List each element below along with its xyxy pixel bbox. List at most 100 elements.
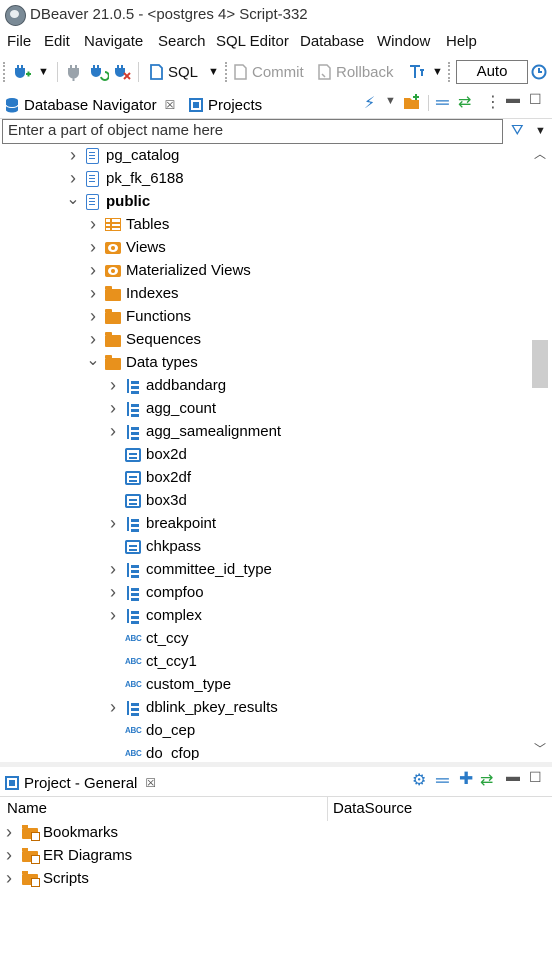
tree-item[interactable]: ABC ct_ccy — [125, 627, 189, 650]
column-separator[interactable] — [327, 797, 328, 821]
chevron-down-icon[interactable]: ⌄ — [86, 348, 99, 371]
tree-item[interactable]: › pk_fk_6188 — [70, 167, 184, 190]
new-connection-icon[interactable]: ⚡ — [364, 93, 375, 113]
settings-gear-icon[interactable]: ⚙ — [412, 770, 426, 790]
maximize-view-icon[interactable]: ☐ — [529, 769, 542, 786]
minimize-view-icon[interactable]: ▬ — [506, 768, 520, 784]
tree-item[interactable]: › Indexes — [90, 282, 179, 305]
collapse-all-icon[interactable]: ═ — [436, 92, 449, 113]
toolbar-grip[interactable] — [448, 62, 453, 82]
tree-item[interactable]: › Sequences — [90, 328, 201, 351]
maximize-view-icon[interactable]: ☐ — [529, 91, 542, 108]
chevron-right-icon[interactable]: › — [87, 259, 99, 282]
transaction-log-button[interactable] — [530, 60, 548, 84]
menu-edit[interactable]: Edit — [44, 33, 70, 50]
tree-item[interactable]: › dblink_pkey_results — [110, 696, 278, 719]
menu-window[interactable]: Window — [377, 33, 430, 50]
project-item[interactable]: › Bookmarks — [6, 821, 118, 844]
expand-icon[interactable]: ✚ — [459, 769, 473, 789]
tree-item[interactable]: ABC ct_ccy1 — [125, 650, 197, 673]
chevron-right-icon[interactable]: › — [107, 604, 119, 627]
tree-item[interactable]: ⌄ Data types — [86, 351, 197, 374]
tree-item[interactable]: › Functions — [90, 305, 191, 328]
sql-editor-button[interactable]: SQL — [148, 60, 198, 84]
chevron-right-icon[interactable]: › — [6, 822, 22, 843]
scroll-down-icon[interactable]: ﹀ — [529, 740, 551, 758]
transaction-mode-button[interactable] — [408, 60, 426, 84]
menu-sql-editor[interactable]: SQL Editor — [216, 33, 289, 50]
new-connection-button[interactable] — [12, 60, 32, 84]
tree-item[interactable]: ABC custom_type — [125, 673, 231, 696]
menu-navigate[interactable]: Navigate — [84, 33, 143, 50]
menu-database[interactable]: Database — [300, 33, 364, 50]
tree-item[interactable]: › committee_id_type — [110, 558, 272, 581]
tree-item[interactable]: › agg_count — [110, 397, 216, 420]
view-menu-icon[interactable]: ⋮ — [485, 92, 501, 112]
sql-editor-dropdown[interactable]: ▼ — [208, 60, 219, 84]
chevron-right-icon[interactable]: › — [87, 282, 99, 305]
chevron-down-icon[interactable]: ▼ — [535, 125, 546, 137]
chevron-right-icon[interactable]: › — [107, 374, 119, 397]
tree-item[interactable]: › addbandarg — [110, 374, 226, 397]
tree-item[interactable]: › pg_catalog — [70, 144, 179, 167]
minimize-view-icon[interactable]: ▬ — [506, 90, 520, 106]
disconnect-button[interactable] — [113, 60, 131, 84]
chevron-down-icon[interactable]: ▼ — [385, 95, 396, 107]
panel-divider[interactable] — [0, 762, 552, 767]
tree-item[interactable]: box2df — [125, 466, 191, 489]
tree-item[interactable]: › breakpoint — [110, 512, 216, 535]
tree-item[interactable]: chkpass — [125, 535, 201, 558]
tree-item[interactable]: ⌄ public — [66, 190, 150, 213]
reconnect-button[interactable] — [89, 60, 109, 84]
tab-project-general[interactable]: Project - General ☒ — [4, 772, 157, 794]
column-header-datasource[interactable]: DataSource — [333, 800, 412, 817]
object-filter-input[interactable] — [3, 120, 503, 141]
auto-commit-mode-field[interactable]: Auto — [456, 60, 528, 84]
column-header-name[interactable]: Name — [7, 800, 47, 817]
chevron-right-icon[interactable]: › — [107, 558, 119, 581]
link-with-editor-icon[interactable]: ⇄ — [458, 92, 471, 112]
close-tab-icon[interactable]: ☒ — [145, 776, 156, 790]
tree-item[interactable]: › agg_samealignment — [110, 420, 281, 443]
menu-help[interactable]: Help — [446, 33, 477, 50]
chevron-right-icon[interactable]: › — [87, 305, 99, 328]
navigator-scrollbar[interactable]: ︿ ﹀ — [529, 144, 551, 760]
transaction-mode-dropdown[interactable]: ▼ — [432, 60, 443, 84]
toolbar-grip[interactable] — [225, 62, 230, 82]
chevron-right-icon[interactable]: › — [107, 397, 119, 420]
filter-icon[interactable]: ⛛ — [511, 122, 524, 139]
tree-item[interactable]: ABC do_cfop — [125, 742, 199, 760]
new-folder-icon[interactable] — [403, 93, 421, 114]
new-connection-dropdown[interactable]: ▼ — [38, 60, 49, 84]
tab-database-navigator[interactable]: Database Navigator ☒ — [4, 94, 176, 116]
chevron-right-icon[interactable]: › — [107, 420, 119, 443]
link-with-editor-icon[interactable]: ⇄ — [480, 770, 493, 790]
tree-item[interactable]: › complex — [110, 604, 202, 627]
chevron-right-icon[interactable]: › — [107, 512, 119, 535]
tree-item[interactable]: › compfoo — [110, 581, 204, 604]
chevron-right-icon[interactable]: › — [107, 581, 119, 604]
chevron-right-icon[interactable]: › — [67, 144, 79, 167]
scroll-up-icon[interactable]: ︿ — [529, 145, 551, 163]
connect-button[interactable] — [65, 60, 83, 84]
commit-button[interactable]: Commit — [232, 60, 304, 84]
toolbar-grip[interactable] — [3, 62, 8, 82]
chevron-right-icon[interactable]: › — [6, 845, 22, 866]
collapse-all-icon[interactable]: ═ — [436, 770, 449, 791]
chevron-right-icon[interactable]: › — [87, 213, 99, 236]
chevron-right-icon[interactable]: › — [107, 696, 119, 719]
menu-file[interactable]: File — [7, 33, 31, 50]
project-item[interactable]: › ER Diagrams — [6, 844, 132, 867]
scrollbar-thumb[interactable] — [532, 340, 548, 388]
close-tab-icon[interactable]: ☒ — [165, 98, 176, 112]
tree-item[interactable]: › Materialized Views — [90, 259, 251, 282]
tree-item[interactable]: ABC do_cep — [125, 719, 195, 742]
tree-item[interactable]: box3d — [125, 489, 187, 512]
chevron-right-icon[interactable]: › — [87, 236, 99, 259]
tab-projects[interactable]: Projects — [188, 94, 262, 116]
menu-search[interactable]: Search — [158, 33, 206, 50]
tree-item[interactable]: › Views — [90, 236, 166, 259]
rollback-button[interactable]: Rollback — [316, 60, 394, 84]
tree-item[interactable]: box2d — [125, 443, 187, 466]
chevron-down-icon[interactable]: ⌄ — [66, 187, 79, 210]
